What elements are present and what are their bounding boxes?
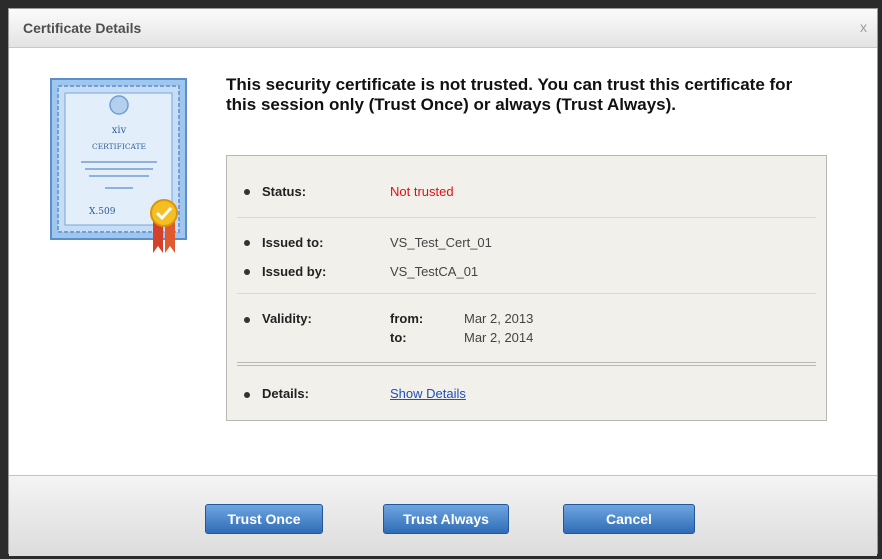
show-details-link[interactable]: Show Details: [390, 386, 466, 401]
details-label: Details:: [262, 386, 309, 401]
certificate-label: CERTIFICATE: [92, 142, 146, 151]
issued-by-label: Issued by:: [262, 264, 327, 279]
cancel-button[interactable]: Cancel: [563, 504, 695, 534]
bullet-icon: [244, 240, 250, 246]
divider: [237, 217, 816, 218]
issued-to-value: VS_Test_Cert_01: [390, 235, 492, 250]
divider: [237, 293, 816, 294]
close-icon[interactable]: x: [860, 19, 867, 35]
validity-from-value: Mar 2, 2013: [464, 311, 534, 326]
bullet-icon: [244, 189, 250, 195]
dialog-title: Certificate Details: [23, 20, 142, 36]
dialog-titlebar: Certificate Details x: [9, 9, 877, 48]
certificate-icon: xiv CERTIFICATE X.509: [50, 78, 187, 253]
validity-to-label: to:: [390, 330, 407, 345]
certificate-heading: xiv: [112, 125, 127, 136]
certificate-details-dialog: Certificate Details x xiv CERTIFICATE X.…: [8, 8, 878, 556]
certificate-standard: X.509: [89, 207, 116, 217]
divider: [237, 362, 816, 366]
bullet-icon: [244, 317, 250, 323]
trust-always-button[interactable]: Trust Always: [383, 504, 509, 534]
issued-by-value: VS_TestCA_01: [390, 264, 479, 279]
dialog-button-bar: Trust Once Trust Always Cancel: [9, 475, 877, 556]
validity-to-value: Mar 2, 2014: [464, 330, 534, 345]
validity-label: Validity:: [262, 311, 312, 326]
trust-warning-message: This security certificate is not trusted…: [226, 75, 793, 114]
status-label: Status:: [262, 184, 307, 199]
trust-once-button[interactable]: Trust Once: [205, 504, 323, 534]
issued-to-label: Issued to:: [262, 235, 324, 250]
bullet-icon: [244, 269, 250, 275]
status-value: Not trusted: [390, 184, 454, 199]
certificate-info-panel: Status: Not trusted Issued to: VS_Test_C…: [226, 155, 827, 421]
validity-from-label: from:: [390, 311, 424, 326]
bullet-icon: [244, 392, 250, 398]
